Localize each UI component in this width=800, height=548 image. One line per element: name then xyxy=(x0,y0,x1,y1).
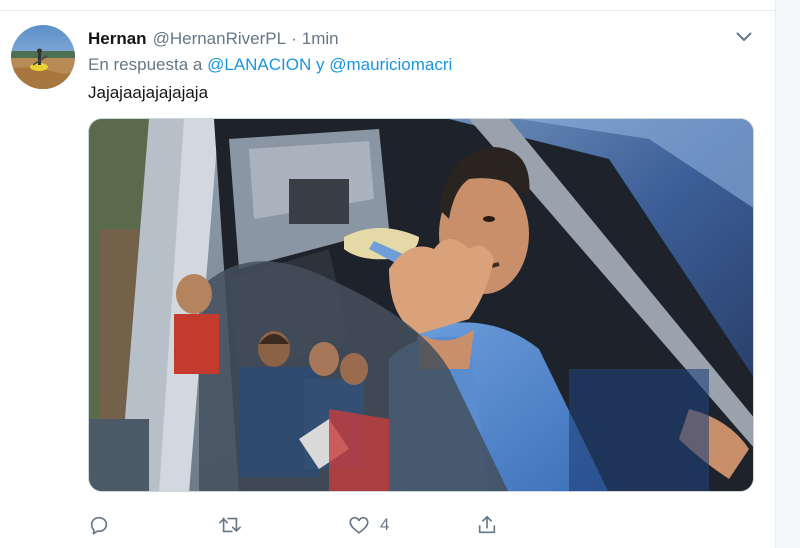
retweet-button[interactable] xyxy=(218,511,252,539)
display-name[interactable]: Hernan xyxy=(88,29,147,49)
share-icon xyxy=(476,514,498,536)
avatar[interactable] xyxy=(11,25,75,89)
like-count: 4 xyxy=(380,515,390,534)
reply-icon xyxy=(88,514,110,536)
page: Hernan @HernanRiverPL · 1min En respuest… xyxy=(0,0,800,548)
top-divider xyxy=(0,0,776,11)
tweet-actions: 4 xyxy=(88,511,608,539)
tweet-header: Hernan @HernanRiverPL · 1min xyxy=(88,27,339,51)
timestamp[interactable]: 1min xyxy=(302,29,339,49)
reply-prefix: En respuesta a xyxy=(88,55,203,74)
separator-dot: · xyxy=(291,29,297,48)
retweet-icon xyxy=(218,514,242,536)
tweet-photo[interactable] xyxy=(88,118,754,492)
like-button[interactable]: 4 xyxy=(348,511,389,539)
mention-link-lanacion[interactable]: @LANACION xyxy=(207,55,311,74)
heart-icon xyxy=(348,514,370,536)
mention-link-mauriciomacri[interactable]: @mauriciomacri xyxy=(329,55,452,74)
user-handle[interactable]: @HernanRiverPL xyxy=(153,29,286,49)
share-button[interactable] xyxy=(476,511,508,539)
right-gutter xyxy=(776,0,800,548)
reply-conjunction[interactable]: y xyxy=(316,55,325,74)
tweet-text: Jajajaajajajajaja xyxy=(88,83,209,102)
reply-button[interactable] xyxy=(88,511,120,539)
chevron-down-icon xyxy=(736,29,752,47)
reply-context: En respuesta a @LANACION y @mauriciomacr… xyxy=(88,55,452,75)
tweet[interactable]: Hernan @HernanRiverPL · 1min En respuest… xyxy=(0,11,775,548)
tweet-menu-button[interactable] xyxy=(733,27,755,49)
